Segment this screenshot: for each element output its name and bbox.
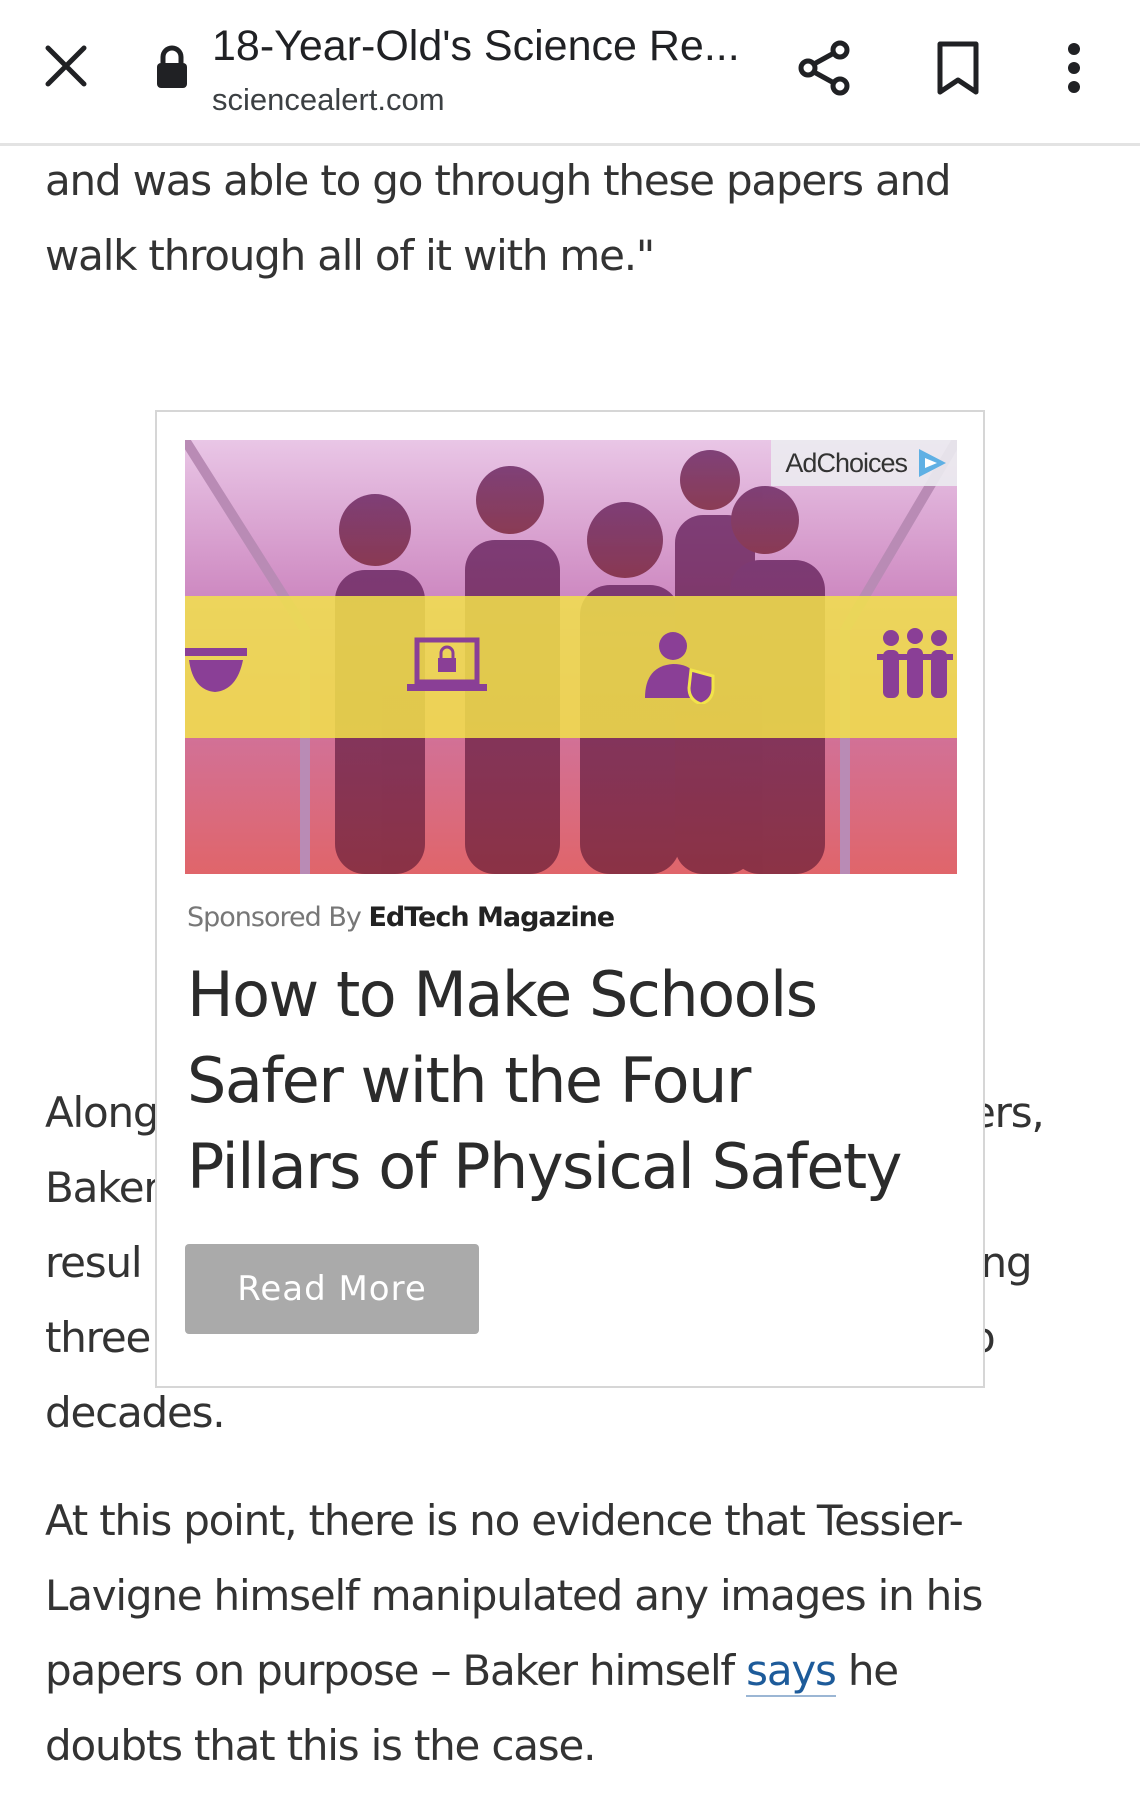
ad-headline-line: How to Make Schools: [187, 958, 818, 1031]
article-line: papers on purpose – Baker himself says h…: [45, 1633, 1085, 1708]
more-menu-icon[interactable]: [1044, 32, 1104, 104]
says-link[interactable]: says: [746, 1646, 837, 1697]
article-text-run: papers on purpose – Baker himself: [45, 1646, 747, 1695]
user-shield-icon: [643, 630, 717, 704]
article-line-fragment: ing: [970, 1238, 1033, 1287]
read-more-button[interactable]: Read More: [185, 1244, 479, 1334]
article-paragraph-bottom: At this point, there is no evidence that…: [45, 1483, 1085, 1783]
lock-icon: [155, 44, 189, 90]
adchoices-icon: [915, 446, 949, 480]
ad-headline-line: Safer with the Four: [187, 1044, 751, 1117]
article-line: doubts that this is the case.: [45, 1721, 596, 1770]
article-line-fragment: o: [970, 1300, 1090, 1375]
adchoices-label: AdChoices: [785, 447, 908, 478]
page-title: 18-Year-Old's Science Re...: [212, 22, 740, 70]
article-paragraph-top: and was able to go through these papers …: [45, 143, 1085, 293]
sponsored-ad-card[interactable]: AdChoices Sponsored By EdTech Magazine H…: [155, 410, 985, 1388]
sponsor-name[interactable]: EdTech Magazine: [368, 902, 615, 933]
article-line: Lavigne himself manipulated any images i…: [45, 1571, 983, 1620]
close-icon[interactable]: [34, 34, 98, 98]
article-line: and was able to go through these papers …: [45, 156, 952, 205]
browser-toolbar: 18-Year-Old's Science Re... sciencealert…: [0, 0, 1140, 146]
adchoices-badge[interactable]: AdChoices: [771, 440, 957, 486]
page-domain: sciencealert.com: [212, 82, 445, 117]
article-line-fragment: [970, 1150, 1090, 1225]
bookmark-icon[interactable]: [922, 32, 994, 104]
sponsored-by-label: Sponsored By EdTech Magazine: [187, 902, 615, 933]
camera-icon: [185, 646, 249, 696]
share-icon[interactable]: [788, 32, 860, 104]
article-line-fragment: ers,: [970, 1088, 1045, 1137]
article-line: At this point, there is no evidence that…: [45, 1496, 964, 1545]
ad-headline-line: Pillars of Physical Safety: [187, 1130, 902, 1203]
article-text-run: he: [835, 1646, 899, 1695]
article-paragraph-partial-right: ers, ing o: [970, 1075, 1090, 1375]
ad-headline[interactable]: How to Make Schools Safer with the Four …: [187, 952, 957, 1210]
article-line: walk through all of it with me.": [45, 231, 655, 280]
sponsored-by-text: Sponsored By: [187, 902, 362, 933]
laptop-lock-icon: [407, 636, 487, 696]
people-icon: [877, 628, 953, 700]
ad-image[interactable]: AdChoices: [185, 440, 957, 874]
